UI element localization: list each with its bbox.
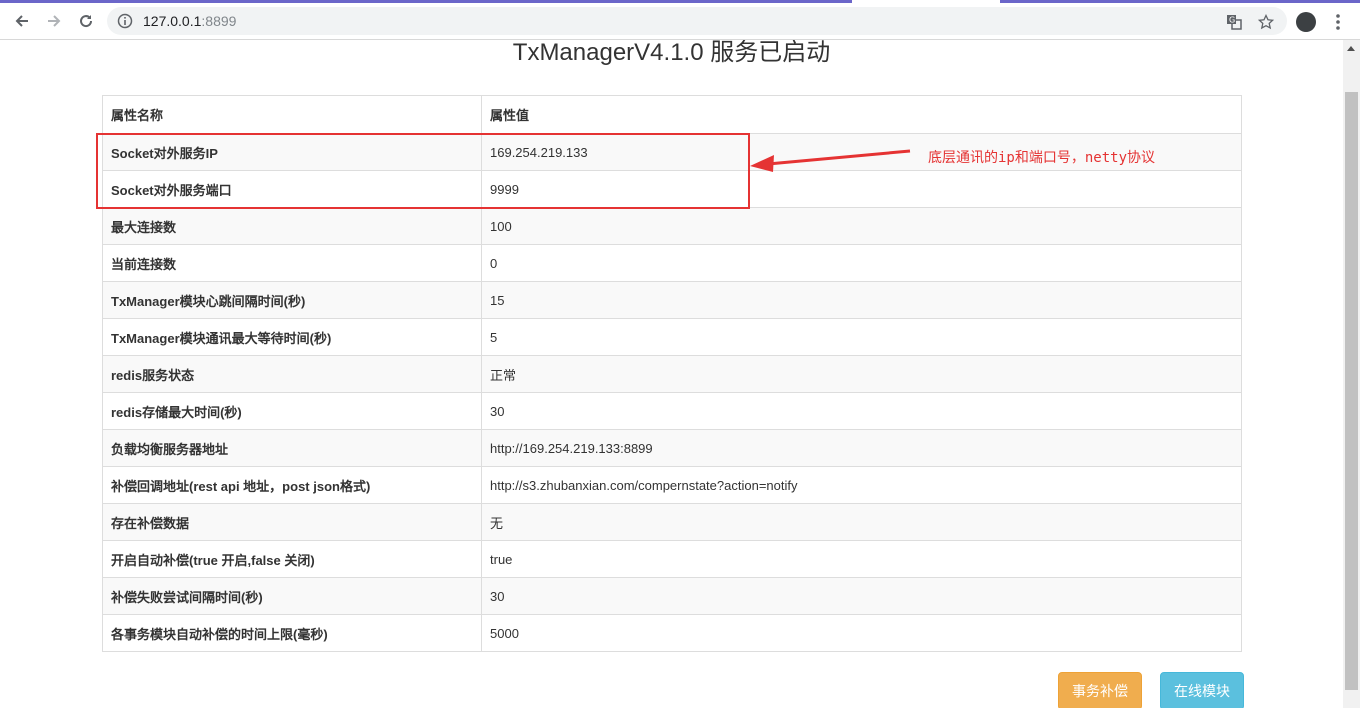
url-port: :8899	[201, 13, 237, 29]
bookmark-star-icon[interactable]	[1257, 13, 1275, 31]
svg-text:G: G	[1229, 16, 1235, 25]
property-name: 存在补偿数据	[102, 503, 482, 541]
property-value: 5	[481, 318, 1242, 356]
property-value: 0	[481, 244, 1242, 282]
property-name: redis存储最大时间(秒)	[102, 392, 482, 430]
page-title: TxManagerV4.1.0 服务已启动	[512, 40, 831, 66]
table-row: 各事务模块自动补偿的时间上限(毫秒) 5000	[102, 614, 1242, 652]
table-row: redis服务状态 正常	[102, 355, 1242, 393]
profile-avatar[interactable]	[1296, 12, 1316, 32]
annotation-text: 底层通讯的ip和端口号，netty协议	[928, 150, 1156, 166]
table-row: TxManager模块心跳间隔时间(秒) 15	[102, 281, 1242, 319]
property-value: true	[481, 540, 1242, 578]
property-value: 15	[481, 281, 1242, 319]
back-button[interactable]	[8, 8, 36, 34]
reload-button[interactable]	[72, 8, 100, 34]
property-name: 当前连接数	[102, 244, 482, 282]
property-name: redis服务状态	[102, 355, 482, 393]
annotation-arrow	[750, 149, 911, 172]
table-row: 存在补偿数据无	[102, 503, 1242, 541]
page-viewport: TxManagerV4.1.0 服务已启动 属性名称 属性值 Socket对外服…	[0, 40, 1343, 708]
property-value: 30	[481, 392, 1242, 430]
compensate-button[interactable]: 事务补偿	[1058, 672, 1142, 708]
property-value: 正常	[481, 355, 1242, 393]
table-header-row: 属性名称 属性值	[102, 95, 1242, 134]
table-row: redis存储最大时间(秒) 30	[102, 392, 1242, 430]
forward-arrow-icon	[48, 15, 61, 27]
property-value: http://s3.zhubanxian.com/compernstate?ac…	[481, 466, 1242, 504]
info-icon[interactable]	[117, 13, 133, 29]
table-row: 开启自动补偿(true 开启,false 关闭) true	[102, 540, 1242, 578]
property-name: 负载均衡服务器地址	[102, 429, 482, 467]
property-name: 最大连接数	[102, 207, 482, 245]
property-value: 5000	[481, 614, 1242, 652]
property-name: 开启自动补偿(true 开启,false 关闭)	[102, 540, 482, 578]
property-value: 100	[481, 207, 1242, 245]
table-row: 补偿失败尝试间隔时间(秒) 30	[102, 577, 1242, 615]
online-modules-button[interactable]: 在线模块	[1160, 672, 1244, 708]
property-name: TxManager模块通讯最大等待时间(秒)	[102, 318, 482, 356]
property-name: 补偿失败尝试间隔时间(秒)	[102, 577, 482, 615]
table-row: 最大连接数 100	[102, 207, 1242, 245]
table-row: 负载均衡服务器地址 http://169.254.219.133:8899	[102, 429, 1242, 467]
vertical-scrollbar[interactable]	[1343, 40, 1360, 708]
url-text: 127.0.0.1:8899	[143, 13, 236, 29]
reload-icon	[80, 15, 93, 28]
forward-button[interactable]	[40, 8, 68, 34]
back-arrow-icon	[15, 15, 28, 27]
browser-toolbar: 127.0.0.1:8899 G	[0, 3, 1360, 40]
url-host: 127.0.0.1	[143, 13, 202, 29]
star-glyph	[1258, 14, 1274, 30]
property-name: 各事务模块自动补偿的时间上限(毫秒)	[102, 614, 482, 652]
property-value: 30	[481, 577, 1242, 615]
address-bar[interactable]: 127.0.0.1:8899 G	[107, 7, 1287, 35]
property-value: 无	[481, 503, 1242, 541]
table-row: 补偿回调地址(rest api 地址，post json格式) http://s3…	[102, 466, 1242, 504]
translate-icon[interactable]: G	[1225, 13, 1243, 31]
header-name: 属性名称	[102, 95, 482, 134]
property-name: TxManager模块心跳间隔时间(秒)	[102, 281, 482, 319]
property-name: 补偿回调地址(rest api 地址，post json格式)	[102, 466, 482, 504]
scroll-up-icon[interactable]	[1347, 46, 1355, 51]
scrollbar-thumb[interactable]	[1345, 92, 1358, 690]
property-value: http://169.254.219.133:8899	[481, 429, 1242, 467]
translate-glyph: G	[1227, 15, 1242, 30]
more-menu-icon[interactable]	[1330, 12, 1346, 32]
table-row: TxManager模块通讯最大等待时间(秒) 5	[102, 318, 1242, 356]
annotation-highlight-box	[96, 133, 750, 209]
table-row: 当前连接数 0	[102, 244, 1242, 282]
header-value: 属性值	[481, 95, 1242, 134]
